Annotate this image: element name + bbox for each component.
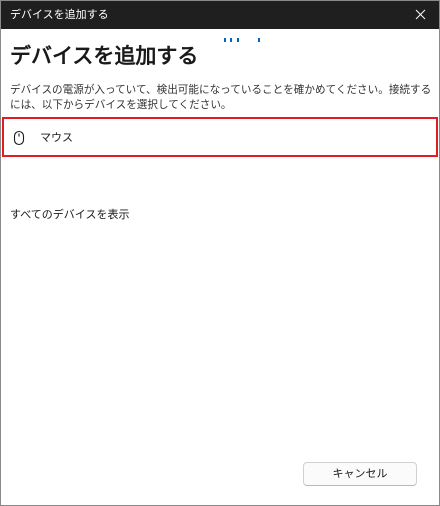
title-bar: デバイスを追加する [1, 1, 439, 29]
page-title: デバイスを追加する [10, 44, 199, 68]
show-all-devices-link[interactable]: すべてのデバイスを表示 [10, 208, 129, 222]
close-button[interactable] [409, 5, 431, 25]
device-item-label: マウス [40, 131, 73, 144]
progress-dot [258, 38, 260, 42]
instruction-text: デバイスの電源が入っていて、検出可能になっていることを確かめてください。接続する… [10, 84, 432, 111]
progress-dot [237, 38, 239, 42]
window-title: デバイスを追加する [10, 8, 109, 21]
add-device-dialog: デバイスを追加する デバイスを追加する デバイスの電源が入っていて、検出可能にな… [0, 0, 440, 506]
cancel-button[interactable]: キャンセル [303, 462, 417, 486]
close-icon [415, 9, 426, 20]
progress-dot [230, 38, 232, 42]
searching-progress [1, 29, 439, 42]
device-item-mouse[interactable]: マウス [2, 117, 438, 157]
mouse-icon [13, 130, 25, 146]
progress-dot [224, 38, 226, 42]
